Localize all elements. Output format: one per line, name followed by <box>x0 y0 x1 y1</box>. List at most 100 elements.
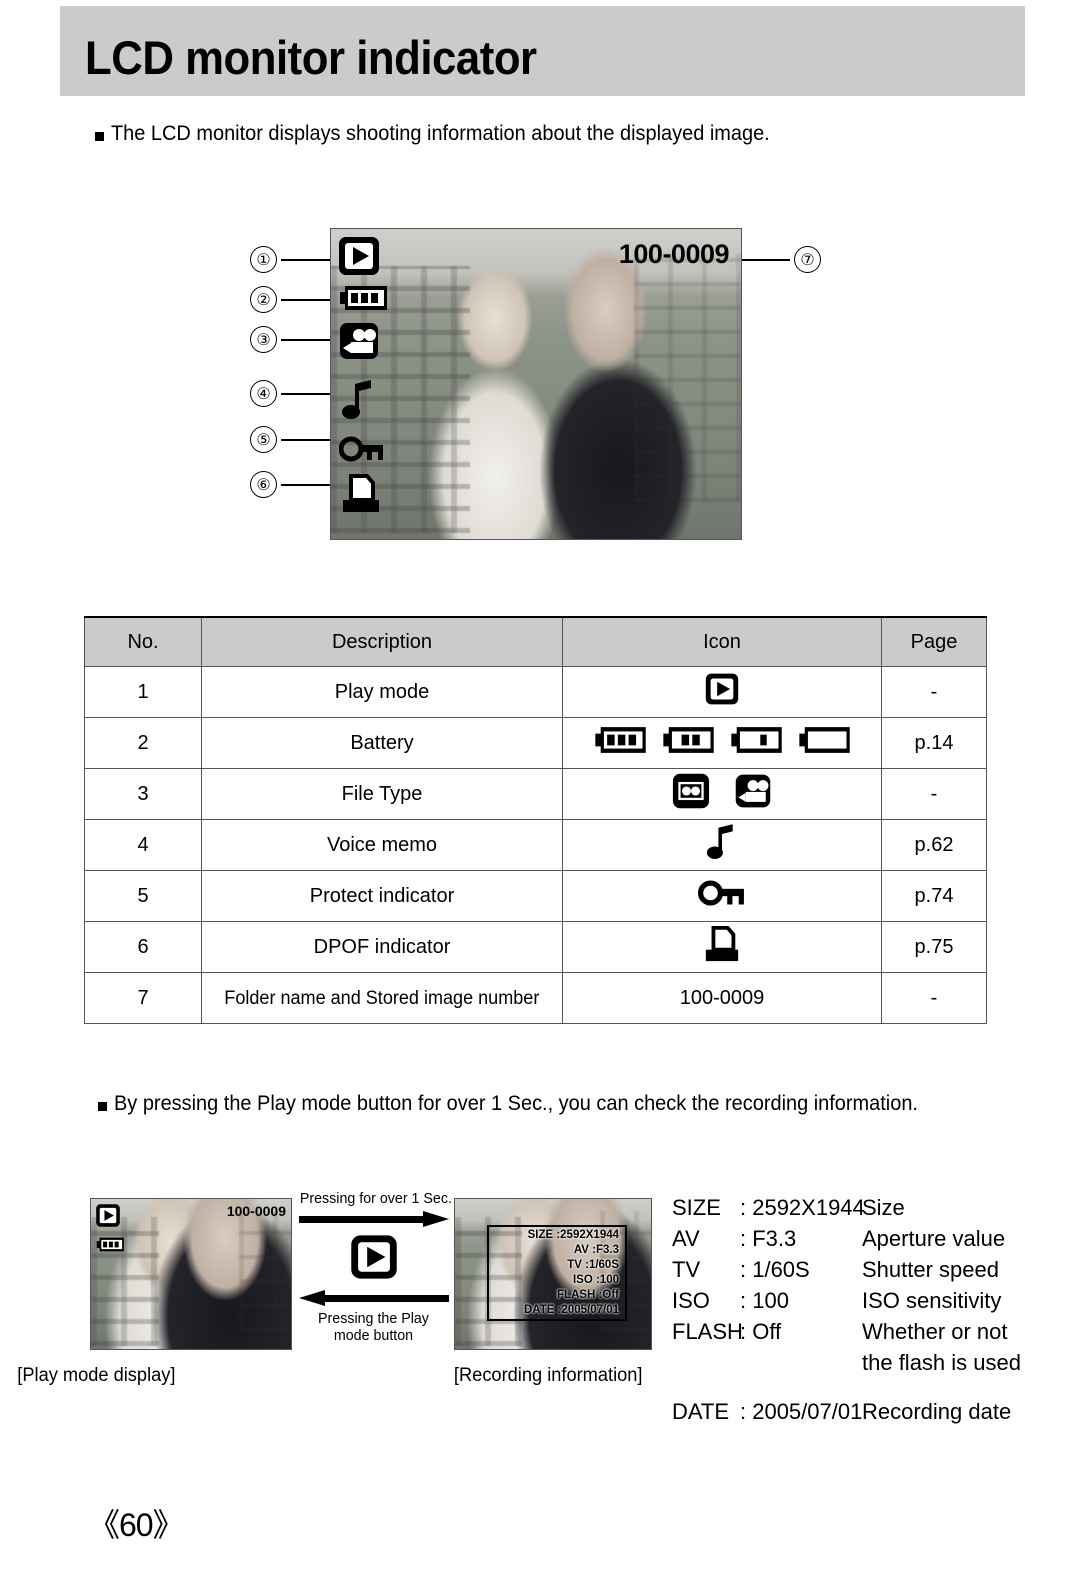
legend-label: AV <box>672 1226 700 1251</box>
row-no: 2 <box>84 717 202 769</box>
page-number: 《60》 <box>88 1507 185 1543</box>
legend-meaning: Recording date <box>862 1399 1012 1424</box>
bullet-square-icon <box>95 132 104 141</box>
legend-label: FLASH <box>672 1319 743 1344</box>
row-page: - <box>881 768 987 820</box>
legend-meaning: the flash is used <box>862 1350 1021 1375</box>
protect-key-icon <box>698 878 746 914</box>
callout-number-7: ⑦ <box>794 246 821 273</box>
leader-line-6 <box>281 483 333 486</box>
recording-info-thumbnail: SIZE :2592X1944 AV :F3.3 TV :1/60S ISO :… <box>454 1198 652 1350</box>
row-description: Folder name and Stored image number <box>201 972 563 1024</box>
legend-value: : F3.3 <box>740 1226 797 1251</box>
callout-1: ① <box>250 246 333 273</box>
recording-info-legend: SIZE : 2592X1944 Size AV : F3.3 Aperture… <box>672 1192 1021 1427</box>
thumb-osd-icons <box>95 1203 125 1258</box>
legend-meaning: Whether or not <box>862 1319 1008 1344</box>
legend-label: DATE <box>672 1399 730 1424</box>
row-icon <box>562 819 882 871</box>
legend-row-date: DATE : 2005/07/01 Recording date <box>672 1396 1011 1427</box>
callout-number-1: ① <box>250 246 277 273</box>
leader-line-3 <box>281 338 333 341</box>
legend-row-av: AV : F3.3 Aperture value <box>672 1223 1006 1254</box>
row-no: 7 <box>84 972 202 1024</box>
movie-clip-icon <box>337 321 381 366</box>
table-header-description: Description <box>201 616 563 667</box>
table-row: 4 Voice memo p.62 <box>84 819 987 871</box>
row-no: 4 <box>84 819 202 871</box>
rec-line-av: AV :F3.3 <box>573 1244 619 1256</box>
row-page: - <box>881 972 987 1024</box>
rec-line-iso: ISO :100 <box>572 1274 619 1286</box>
battery-empty-icon <box>796 725 852 761</box>
table-header-page: Page <box>881 616 987 667</box>
leader-line-5 <box>281 438 333 441</box>
row-icon <box>562 921 882 973</box>
dpof-printer-icon <box>702 925 742 969</box>
table-header-no: No. <box>84 616 202 667</box>
battery-full-icon <box>95 1236 125 1258</box>
legend-label: TV <box>672 1257 701 1282</box>
arrow-back-icon <box>298 1290 449 1306</box>
table-header-row: No. Description Icon Page <box>84 616 987 667</box>
voice-memo-icon <box>341 378 377 427</box>
recording-info-overlay: SIZE :2592X1944 AV :F3.3 TV :1/60S ISO :… <box>487 1225 627 1321</box>
legend-value: : 1/60S <box>740 1257 810 1282</box>
intro-bullet-line: The LCD monitor displays shooting inform… <box>95 122 804 146</box>
legend-label: SIZE <box>672 1195 721 1220</box>
legend-row-flash-cont: the flash is used <box>672 1347 1021 1378</box>
leader-line-4 <box>281 392 333 395</box>
legend-label: ISO <box>672 1288 710 1313</box>
legend-row-flash: FLASH : Off Whether or not <box>672 1316 1008 1347</box>
callout-number-6: ⑥ <box>250 471 277 498</box>
table-row: 5 Protect indicator p.74 <box>84 870 987 922</box>
row-icon <box>562 717 882 769</box>
callout-2: ② <box>250 286 333 313</box>
leader-line-1 <box>281 258 333 261</box>
row-description: Play mode <box>201 666 563 718</box>
table-row: 7 Folder name and Stored image number 10… <box>84 972 987 1024</box>
arrow-back-label-line2: mode button <box>333 1327 414 1344</box>
legend-value: : 2005/07/01 <box>740 1399 863 1424</box>
play-mode-icon <box>704 672 740 712</box>
callout-6: ⑥ <box>250 471 333 498</box>
leader-line-7 <box>742 258 790 261</box>
battery-two-thirds-icon <box>660 725 716 761</box>
row-page: p.74 <box>881 870 987 922</box>
legend-row-tv: TV : 1/60S Shutter speed <box>672 1254 1002 1285</box>
legend-value: : 2592X1944 <box>740 1195 865 1220</box>
row-icon <box>562 870 882 922</box>
caption-play-mode-display: [Play mode display] <box>17 1365 176 1386</box>
play-info-bullet-line: By pressing the Play mode button for ove… <box>98 1092 960 1116</box>
callout-number-2: ② <box>250 286 277 313</box>
row-no: 3 <box>84 768 202 820</box>
play-mode-icon <box>337 235 381 282</box>
legend-meaning: ISO sensitivity <box>862 1288 1002 1313</box>
play-info-text: By pressing the Play mode button for ove… <box>114 1092 918 1115</box>
intro-text: The LCD monitor displays shooting inform… <box>111 122 770 145</box>
table-row: 1 Play mode - <box>84 666 987 718</box>
row-icon <box>562 768 882 820</box>
osd-folder-number: 100-0009 <box>618 239 730 269</box>
row-page: p.14 <box>881 717 987 769</box>
rec-line-size: SIZE :2592X1944 <box>527 1229 619 1241</box>
battery-full-icon <box>337 284 389 317</box>
callout-number-3: ③ <box>250 326 277 353</box>
legend-meaning: Size <box>862 1195 905 1220</box>
caption-recording-information: [Recording information] <box>453 1365 643 1386</box>
legend-row-size: SIZE : 2592X1944 Size <box>672 1192 1002 1223</box>
voice-recording-file-icon <box>671 772 711 816</box>
voice-memo-icon <box>706 822 738 868</box>
row-description: Protect indicator <box>201 870 563 922</box>
legend-spacer <box>672 1378 1002 1396</box>
legend-value: : 100 <box>740 1288 789 1313</box>
rec-line-flash: FLASH :Off <box>557 1289 619 1301</box>
row-no: 1 <box>84 666 202 718</box>
legend-meaning: Aperture value <box>862 1226 1006 1251</box>
callout-5: ⑤ <box>250 426 333 453</box>
movie-clip-icon <box>733 772 773 816</box>
table-row: 3 File Type - <box>84 768 987 820</box>
protect-key-icon <box>338 435 385 468</box>
table-header-icon: Icon <box>562 616 882 667</box>
row-page: - <box>881 666 987 718</box>
